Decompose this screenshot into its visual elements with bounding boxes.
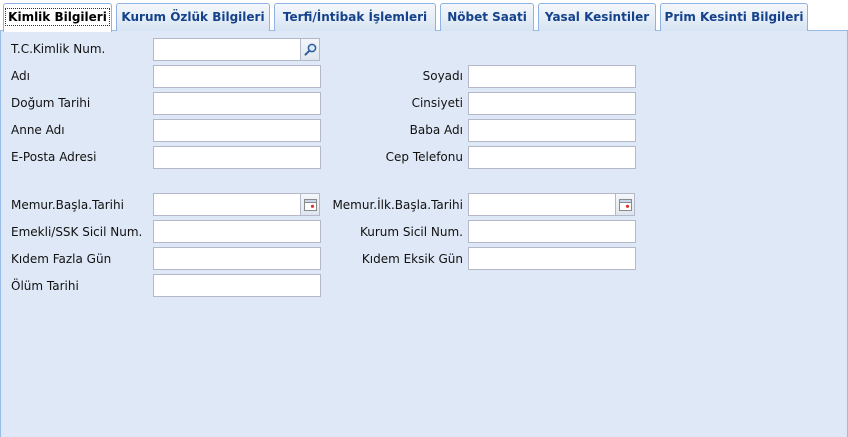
anne-adi-label: Anne Adı [11, 123, 65, 137]
tab-label: Terfi/İntibak İşlemleri [282, 10, 428, 24]
kurum-sicil-label: Kurum Sicil Num. [359, 225, 463, 239]
cinsiyeti-input[interactable] [468, 92, 636, 115]
cep-telefonu-input[interactable] [468, 146, 636, 169]
tab-yasal-kesintiler[interactable]: Yasal Kesintiler [538, 3, 656, 31]
olum-tarihi-label: Ölüm Tarihi [11, 279, 79, 293]
tc-search-trigger[interactable] [300, 38, 320, 61]
tab-kurum-ozluk-bilgileri[interactable]: Kurum Özlük Bilgileri [116, 3, 270, 31]
cinsiyeti-label: Cinsiyeti [411, 96, 463, 110]
anne-adi-input[interactable] [153, 119, 321, 142]
tab-label: Kimlik Bilgileri [5, 8, 110, 26]
tc-kimlik-input[interactable] [153, 38, 301, 61]
tab-terfi-intibak-islemleri[interactable]: Terfi/İntibak İşlemleri [274, 3, 436, 31]
emekli-ssk-sicil-input[interactable] [153, 220, 321, 243]
memur-basla-tarihi-label: Memur.Başla.Tarihi [11, 198, 124, 212]
tab-kimlik-bilgileri[interactable]: Kimlik Bilgileri [3, 3, 112, 32]
search-icon [304, 43, 316, 56]
kidem-fazla-gun-label: Kıdem Fazla Gün [11, 252, 112, 266]
adi-label: Adı [11, 69, 30, 83]
kimlik-form-panel: T.C.Kimlik Num. Adı Soyadı Doğum Tarihi … [0, 31, 848, 437]
tab-bar: Kimlik Bilgileri Kurum Özlük Bilgileri T… [0, 0, 848, 32]
tab-label: Nöbet Saati [447, 10, 527, 24]
tab-prim-kesinti-bilgileri[interactable]: Prim Kesinti Bilgileri [660, 3, 808, 31]
baba-adi-input[interactable] [468, 119, 636, 142]
dogum-tarihi-input[interactable] [153, 92, 321, 115]
kidem-fazla-gun-input[interactable] [153, 247, 321, 270]
calendar-icon [303, 198, 317, 211]
kurum-sicil-input[interactable] [468, 220, 636, 243]
baba-adi-label: Baba Adı [409, 123, 463, 137]
tab-label: Kurum Özlük Bilgileri [121, 10, 265, 24]
kidem-eksik-gun-input[interactable] [468, 247, 636, 270]
memur-ilk-basla-tarihi-label: Memur.İlk.Başla.Tarihi [332, 198, 463, 212]
kidem-eksik-gun-label: Kıdem Eksik Gün [361, 252, 463, 266]
cep-telefonu-label: Cep Telefonu [385, 150, 463, 164]
memur-basla-date-trigger[interactable] [300, 193, 320, 216]
tab-label: Prim Kesinti Bilgileri [664, 10, 804, 24]
eposta-input[interactable] [153, 146, 321, 169]
tc-kimlik-label: T.C.Kimlik Num. [11, 42, 106, 56]
calendar-icon [618, 198, 632, 211]
memur-ilk-basla-date-trigger[interactable] [615, 193, 635, 216]
memur-basla-tarihi-input[interactable] [153, 193, 301, 216]
soyadi-input[interactable] [468, 65, 636, 88]
soyadi-label: Soyadı [422, 69, 463, 83]
dogum-tarihi-label: Doğum Tarihi [11, 96, 91, 110]
adi-input[interactable] [153, 65, 321, 88]
olum-tarihi-input[interactable] [153, 274, 321, 297]
tab-label: Yasal Kesintiler [544, 10, 650, 24]
memur-ilk-basla-tarihi-input[interactable] [468, 193, 616, 216]
tab-nobet-saati[interactable]: Nöbet Saati [440, 3, 534, 31]
emekli-ssk-sicil-label: Emekli/SSK Sicil Num. [11, 225, 143, 239]
eposta-label: E-Posta Adresi [11, 150, 97, 164]
